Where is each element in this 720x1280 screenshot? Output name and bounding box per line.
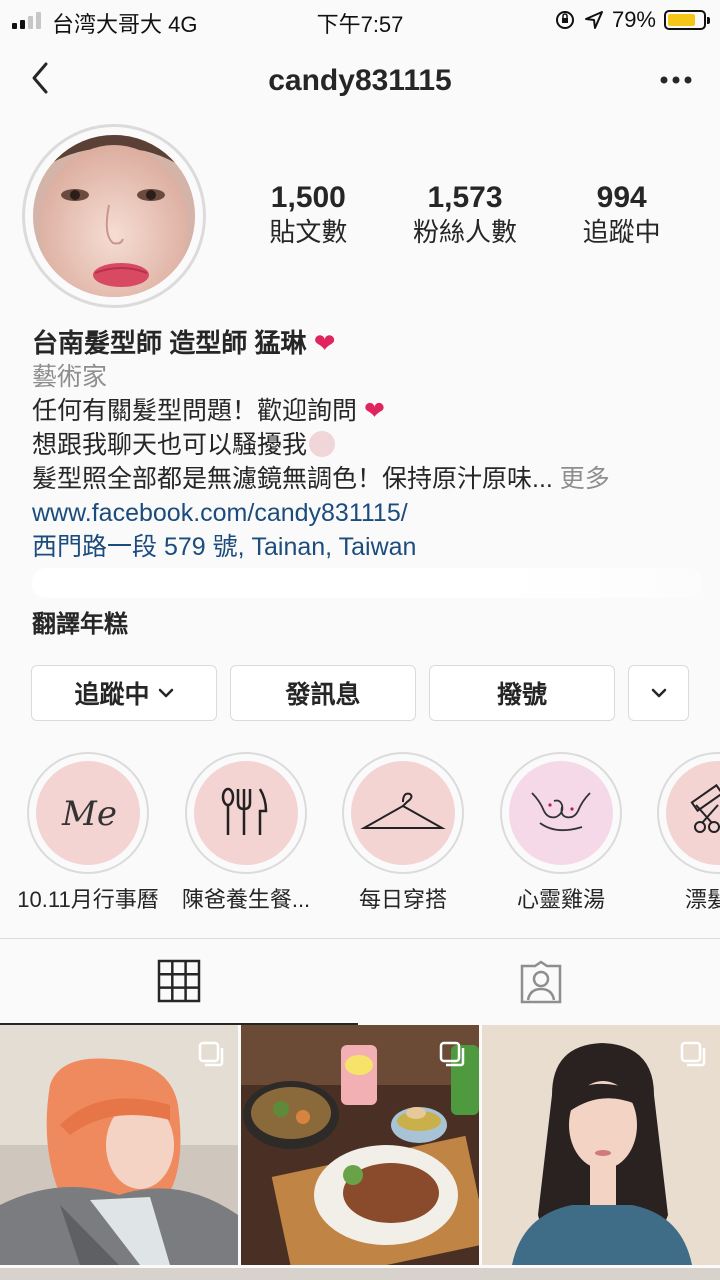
utensils-icon [194, 761, 298, 865]
battery-icon [664, 10, 710, 30]
profile-username: candy831115 [268, 64, 452, 97]
posts-count: 1,500 [270, 181, 346, 214]
me-script-icon: Me [36, 761, 140, 865]
highlight-label: 心靈雞湯 [516, 887, 605, 912]
chevron-down-icon [158, 688, 173, 698]
highlight-label: 陳爸養生餐... [181, 887, 311, 912]
highlight-item[interactable]: Me 10.11月行事曆 [8, 752, 168, 914]
translate-link[interactable]: 翻譯年糕 [32, 608, 702, 642]
highlight-label: 10.11月行事曆 [17, 887, 159, 912]
hanger-icon [351, 761, 455, 865]
multiple-posts-icon [439, 1041, 465, 1067]
profile-actions: 追蹤中 發訊息 撥號 [31, 665, 689, 721]
bio-line-1: 任何有關髮型問題！歡迎詢問 [32, 397, 358, 425]
comb-scissors-icon [666, 761, 720, 865]
post-thumbnail[interactable] [241, 1025, 479, 1265]
highlight-item[interactable]: 心靈雞湯 [481, 752, 641, 914]
message-button[interactable]: 發訊息 [230, 665, 416, 721]
status-bar: 台湾大哥大 4G 下午7:57 79% [0, 0, 720, 40]
post-thumbnail[interactable] [0, 1025, 238, 1265]
posts-label: 貼文數 [269, 217, 348, 247]
call-button[interactable]: 撥號 [429, 665, 615, 721]
message-button-label: 發訊息 [285, 681, 361, 709]
red-heart-icon: ❤ [363, 397, 385, 425]
svg-text:Me: Me [61, 794, 117, 834]
tagged-icon [520, 960, 562, 1004]
profile-category: 藝術家 [32, 363, 108, 391]
bio-more-link[interactable]: 更多 [560, 465, 610, 493]
stat-following[interactable]: 994 追蹤中 [543, 180, 700, 248]
chevron-down-icon [651, 688, 666, 698]
call-button-label: 撥號 [496, 681, 547, 709]
post-thumbnail[interactable] [482, 1025, 720, 1265]
highlight-item[interactable]: 每日穿搭 [323, 752, 483, 914]
profile-bio: 台南髮型師 造型師 猛琳 ❤ 藝術家 任何有關髮型問題！歡迎詢問 ❤ 想跟我聊天… [32, 326, 702, 642]
pinky-promise-icon [509, 761, 613, 865]
following-count: 994 [596, 181, 647, 214]
multiple-posts-icon [198, 1041, 224, 1067]
highlight-item[interactable]: 陳爸養生餐... [166, 752, 326, 914]
following-button[interactable]: 追蹤中 [31, 665, 217, 721]
orientation-lock-icon [555, 11, 574, 29]
profile-display-name: 台南髮型師 造型師 猛琳 [32, 328, 307, 358]
redacted-smear [32, 568, 702, 598]
followers-label: 粉絲人數 [413, 217, 518, 247]
battery-percent: 79% [611, 7, 656, 32]
grid-icon [157, 959, 201, 1003]
profile-stats: 1,500 貼文數 1,573 粉絲人數 994 追蹤中 [230, 180, 700, 248]
highlight-item[interactable]: 漂髮特 [638, 752, 720, 914]
suggested-dropdown-button[interactable] [628, 665, 689, 721]
posts-grid [0, 1025, 720, 1280]
highlight-label: 每日穿搭 [358, 887, 447, 912]
profile-header: candy831115 [0, 50, 720, 110]
followers-count: 1,573 [427, 181, 503, 214]
red-heart-icon: ❤ [313, 328, 336, 358]
website-link[interactable]: www.facebook.com/candy831115/ [32, 496, 702, 530]
stat-followers[interactable]: 1,573 粉絲人數 [387, 180, 544, 248]
tab-posts-grid[interactable] [0, 939, 358, 1025]
following-button-label: 追蹤中 [74, 681, 150, 709]
story-highlights: Me 10.11月行事曆 陳爸養生餐... 每日穿搭 心靈雞湯 漂髮特 [0, 752, 720, 922]
bio-line-3: 髮型照全部都是無濾鏡無調色！保持原汁原味... [32, 465, 553, 493]
bio-line-2: 想跟我聊天也可以騷擾我 [32, 431, 308, 459]
next-row-preview [0, 1268, 720, 1280]
multiple-posts-icon [680, 1041, 706, 1067]
profile-avatar-ring[interactable] [22, 124, 206, 308]
stat-posts[interactable]: 1,500 貼文數 [230, 180, 387, 248]
location-arrow-icon [584, 11, 603, 29]
raising-hand-emoji-icon [309, 431, 336, 457]
address-link[interactable]: 西門路一段 579 號, Tainan, Taiwan [32, 530, 702, 564]
highlight-label: 漂髮特 [684, 887, 720, 912]
more-options-icon[interactable] [656, 62, 696, 98]
avatar [33, 135, 195, 297]
tab-tagged[interactable] [362, 939, 720, 1025]
following-label: 追蹤中 [582, 217, 661, 247]
profile-tabs [0, 938, 720, 1025]
